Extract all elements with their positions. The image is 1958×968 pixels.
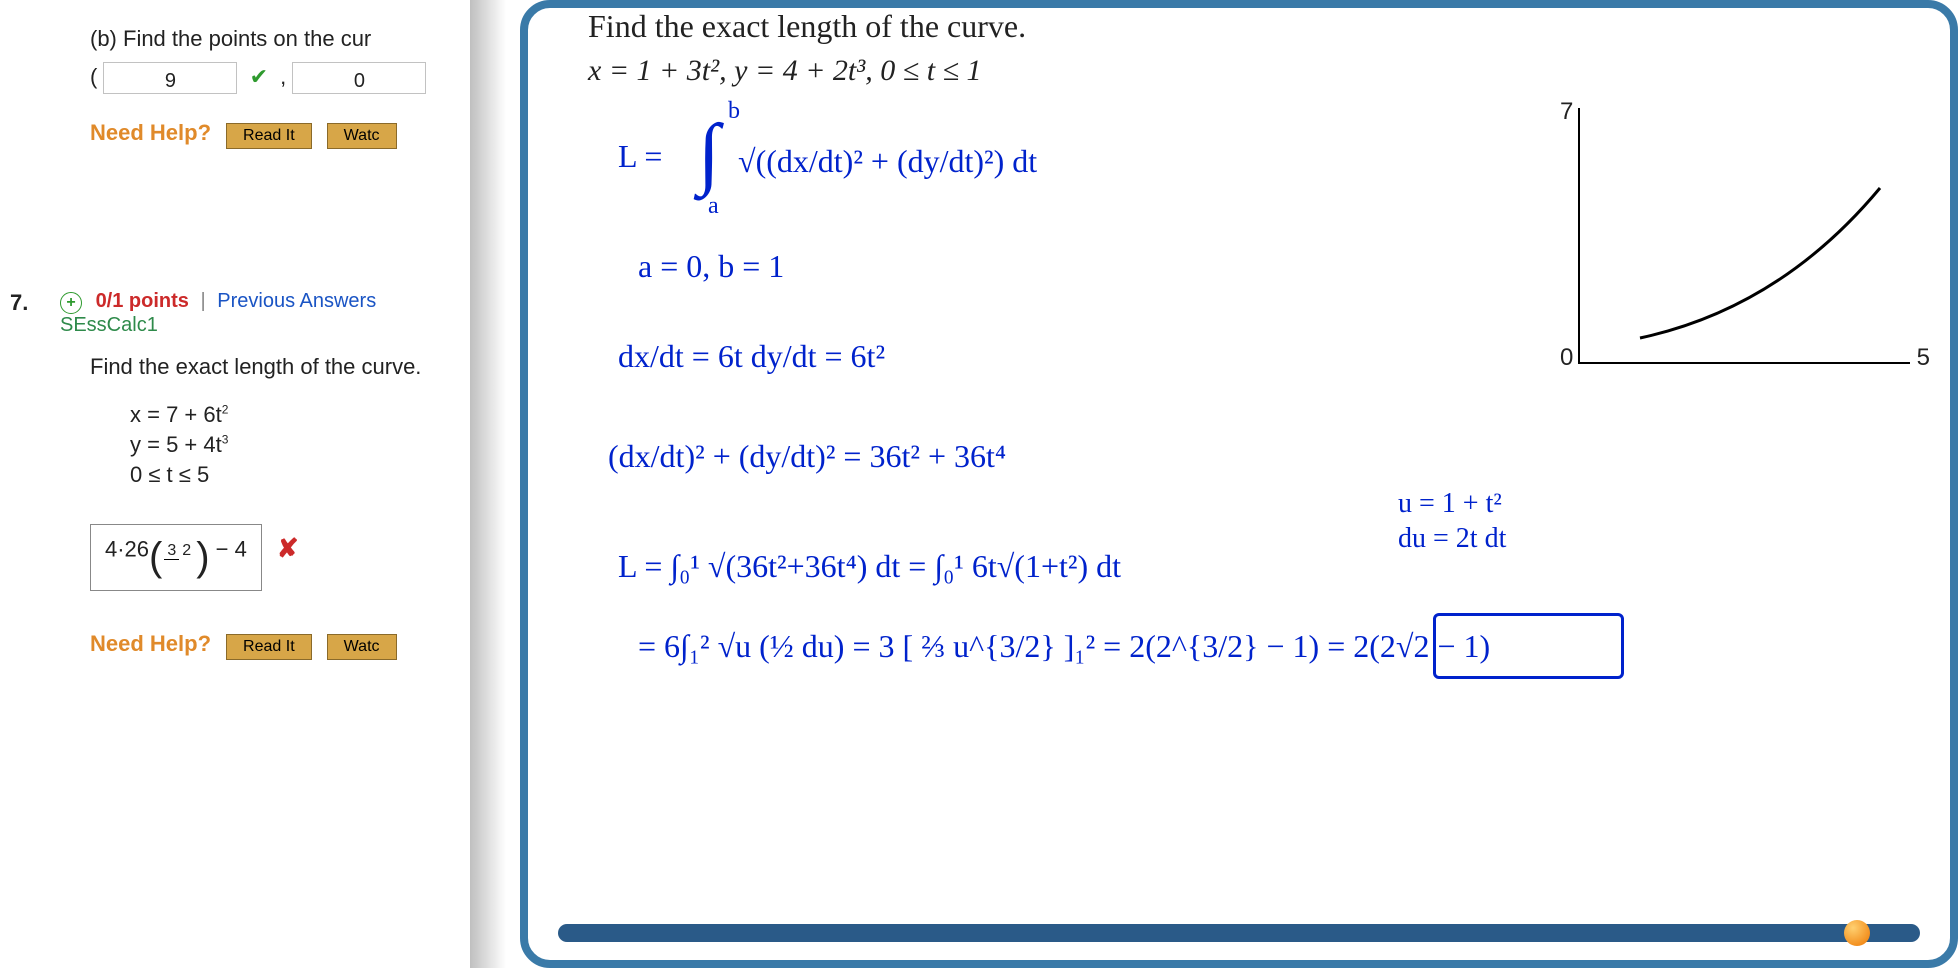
- score-separator: |: [200, 290, 205, 312]
- panel-shadow: [470, 0, 506, 968]
- eq-x: x = 7 + 6t: [130, 402, 222, 427]
- slide-given: x = 1 + 3t², y = 4 + 2t³, 0 ≤ t ≤ 1: [588, 54, 982, 88]
- work-l3: dx/dt = 6t dy/dt = 6t²: [618, 338, 885, 375]
- submitted-answer[interactable]: 4·26(32) − 4: [90, 524, 262, 591]
- work-l5c: du = 2t dt: [1398, 523, 1506, 555]
- eq-y: y = 5 + 4t: [130, 432, 222, 457]
- watch-it-button-2[interactable]: Watc: [327, 634, 397, 660]
- work-l5a: L = ∫₀¹ √(36t²+36t⁴) dt = ∫₀¹ 6t√(1+t²) …: [618, 548, 1121, 585]
- axis-x-max: 5: [1917, 344, 1930, 372]
- cross-icon: ✘: [277, 533, 299, 563]
- q7-prompt: Find the exact length of the curve.: [90, 350, 470, 384]
- work-lim-a: a: [708, 193, 719, 220]
- work-l6: = 6∫₁² √u (½ du) = 3 [ ⅔ u^{3/2} ]₁² = 2…: [638, 628, 1490, 665]
- video-viewer: Find the exact length of the curve. x = …: [520, 0, 1958, 968]
- answer-frac-num: 3: [164, 542, 179, 560]
- need-help-label: Need Help?: [90, 120, 211, 145]
- answer-a: 4·26: [105, 537, 149, 562]
- need-help-label-2: Need Help?: [90, 631, 211, 656]
- read-it-button[interactable]: Read It: [226, 123, 312, 149]
- homework-panel: (b) Find the points on the cur ( 9 ✔ , 0…: [0, 0, 470, 968]
- question-part-b: (b) Find the points on the cur ( 9 ✔ , 0…: [90, 22, 470, 149]
- watch-it-button[interactable]: Watc: [327, 123, 397, 149]
- previous-answers-link[interactable]: Previous Answers: [217, 290, 376, 312]
- paren-open: (: [90, 64, 103, 89]
- eq-x-exp: 2: [222, 403, 229, 417]
- comma: ,: [280, 64, 292, 89]
- work-lim-b: b: [728, 98, 740, 125]
- work-integrand: √((dx/dt)² + (dy/dt)²) dt: [738, 143, 1037, 180]
- answer-input-2[interactable]: 0: [292, 62, 426, 94]
- score-value: 0/1 points: [96, 290, 189, 312]
- answer-b: − 4: [210, 537, 247, 562]
- question-number: 7.: [10, 290, 28, 316]
- work-l5b: u = 1 + t²: [1398, 488, 1502, 520]
- check-icon: ✔: [250, 64, 268, 89]
- work-l4: (dx/dt)² + (dy/dt)² = 36t² + 36t⁴: [608, 438, 1006, 475]
- work-int: ∫: [698, 108, 720, 199]
- question-7-body: Find the exact length of the curve. x = …: [90, 330, 470, 660]
- answer-frac-den: 2: [179, 542, 194, 559]
- axis-y-max: 7: [1560, 98, 1573, 126]
- expand-icon[interactable]: +: [60, 292, 82, 314]
- eq-y-exp: 3: [222, 433, 229, 447]
- video-scrubber[interactable]: [558, 924, 1920, 942]
- read-it-button-2[interactable]: Read It: [226, 634, 312, 660]
- curve-plot: 5 0 7: [1578, 108, 1910, 364]
- scrubber-handle[interactable]: [1844, 920, 1870, 946]
- work-L: L =: [618, 138, 662, 175]
- partb-prompt: (b) Find the points on the cur: [90, 22, 470, 56]
- eq-range: 0 ≤ t ≤ 5: [130, 462, 470, 488]
- final-answer-box: [1433, 613, 1624, 679]
- slide-title: Find the exact length of the curve.: [588, 8, 1026, 45]
- slide: Find the exact length of the curve. x = …: [578, 8, 1930, 890]
- work-l2: a = 0, b = 1: [638, 248, 784, 285]
- axis-origin: 0: [1560, 344, 1573, 372]
- answer-input-1[interactable]: 9: [103, 62, 237, 94]
